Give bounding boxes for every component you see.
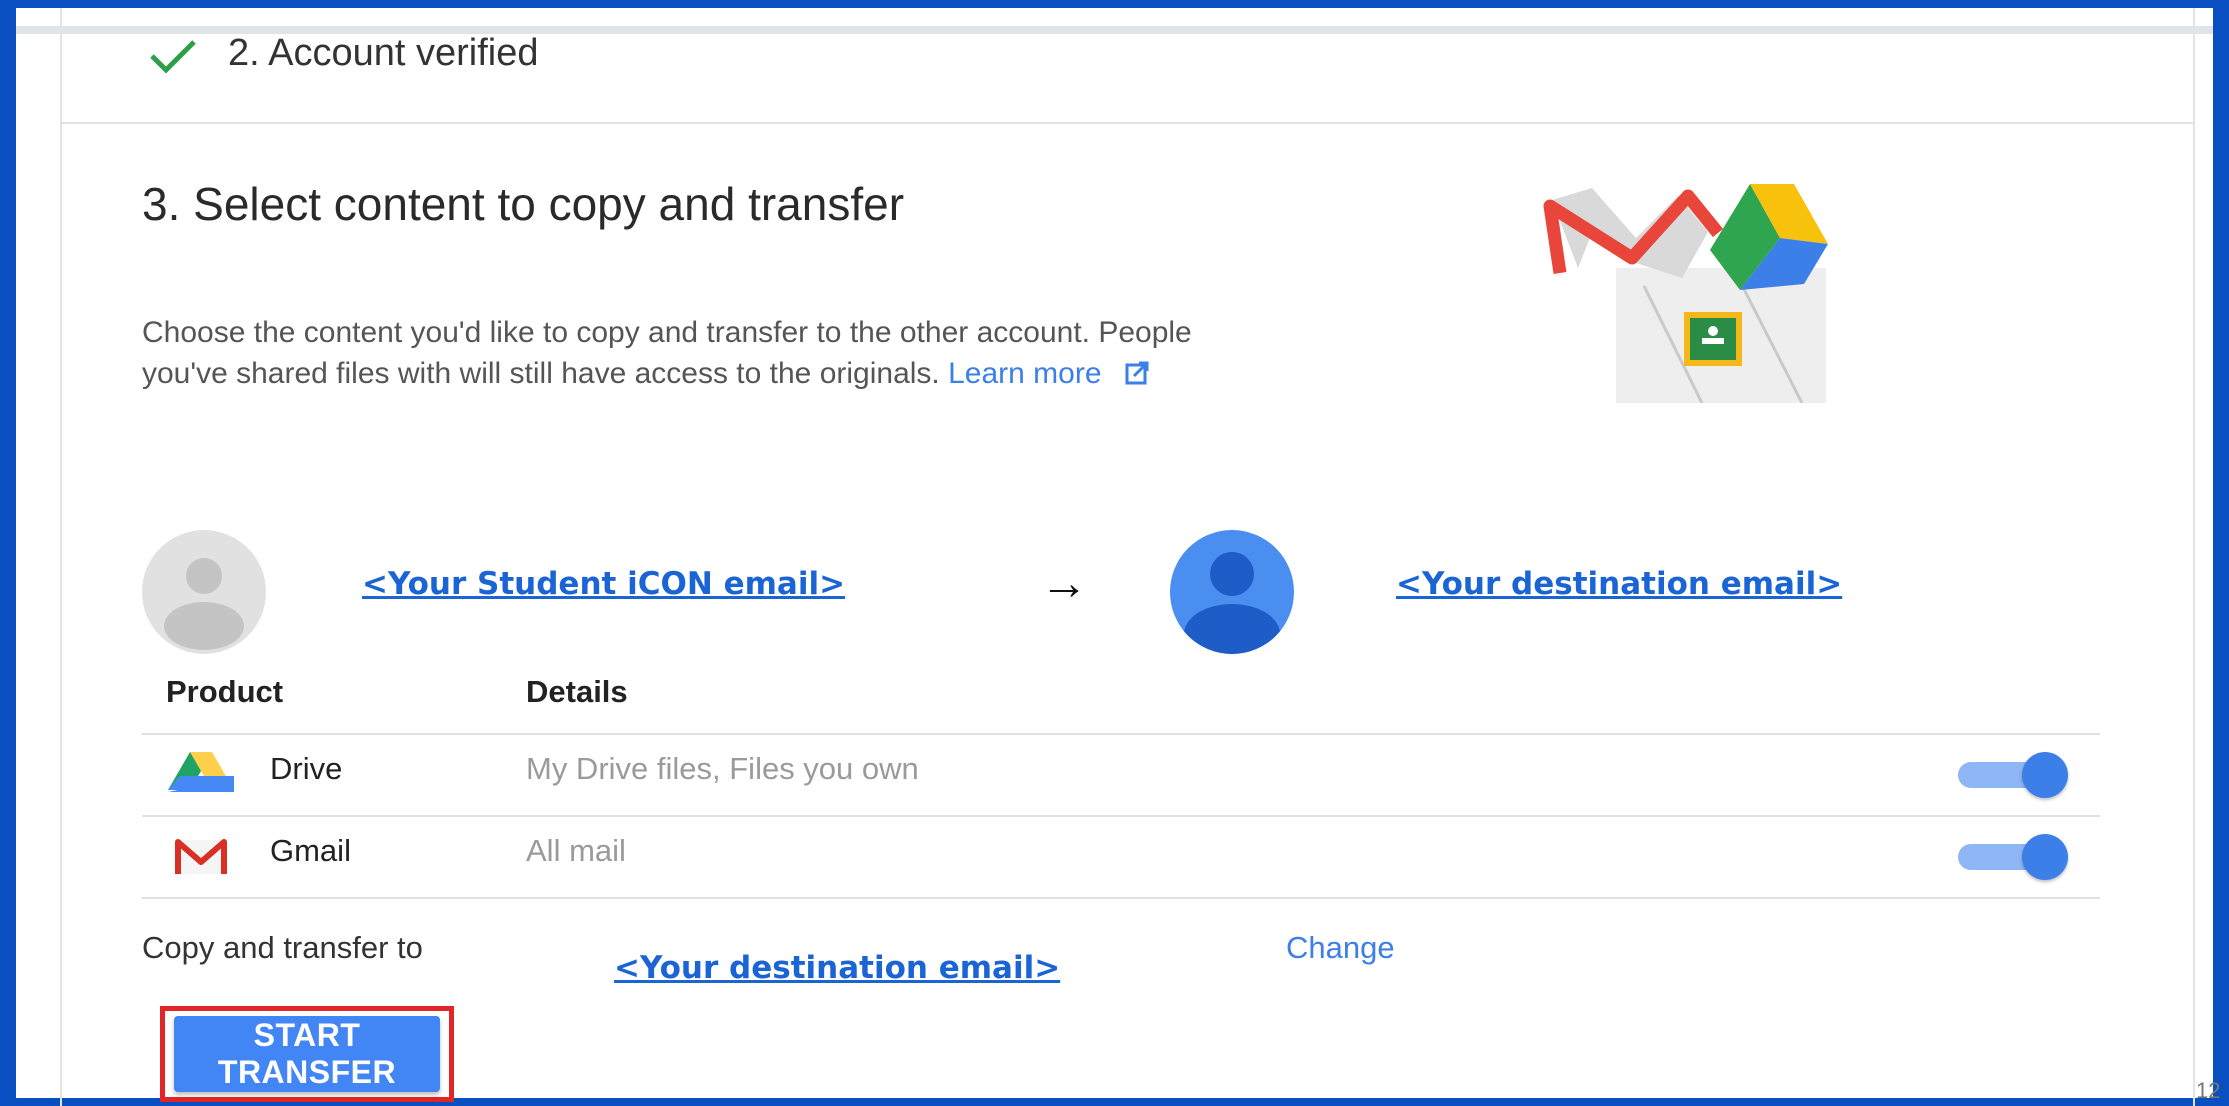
column-header-details: Details [526, 674, 628, 709]
table-divider [142, 897, 2100, 899]
gmail-icon [175, 839, 227, 874]
product-details-gmail: All mail [526, 833, 626, 868]
drive-icon [168, 752, 234, 792]
step-2-status: 2. Account verified [228, 32, 539, 74]
transfer-illustration [1543, 184, 1828, 403]
product-details-drive: My Drive files, Files you own [526, 751, 919, 786]
toggle-knob [2022, 834, 2068, 880]
check-icon [150, 40, 196, 74]
content-card: 2. Account verified 3. Select content to… [60, 8, 2195, 1106]
toggle-knob [2022, 752, 2068, 798]
step-3-title: 3. Select content to copy and transfer [142, 178, 905, 230]
table-divider [142, 815, 2100, 817]
source-account-avatar [142, 530, 266, 654]
table-divider [142, 733, 2100, 735]
destination-account-avatar [1170, 530, 1294, 654]
destination-email-link[interactable]: <Your destination email> [1396, 566, 1842, 602]
learn-more-link[interactable]: Learn more [948, 357, 1101, 390]
slide: 2. Account verified 3. Select content to… [16, 0, 2220, 1106]
external-link-icon[interactable] [1124, 360, 1150, 386]
copy-destination-email-link[interactable]: <Your destination email> [614, 950, 1060, 986]
drive-toggle[interactable] [1958, 752, 2078, 798]
step-divider [62, 122, 2193, 124]
copy-transfer-label: Copy and transfer to [142, 930, 423, 965]
start-transfer-button[interactable]: START TRANSFER [174, 1016, 440, 1092]
source-email-link[interactable]: <Your Student iCON email> [362, 566, 845, 602]
product-name-drive: Drive [270, 751, 343, 786]
arrow-right-icon: → [1040, 557, 1088, 610]
change-link[interactable]: Change [1286, 930, 1395, 966]
page-number: 12 [2196, 1078, 2221, 1103]
column-header-product: Product [166, 674, 284, 709]
product-name-gmail: Gmail [270, 833, 351, 868]
gmail-toggle[interactable] [1958, 834, 2078, 880]
step-3-description: Choose the content you'd like to copy an… [142, 312, 1262, 394]
